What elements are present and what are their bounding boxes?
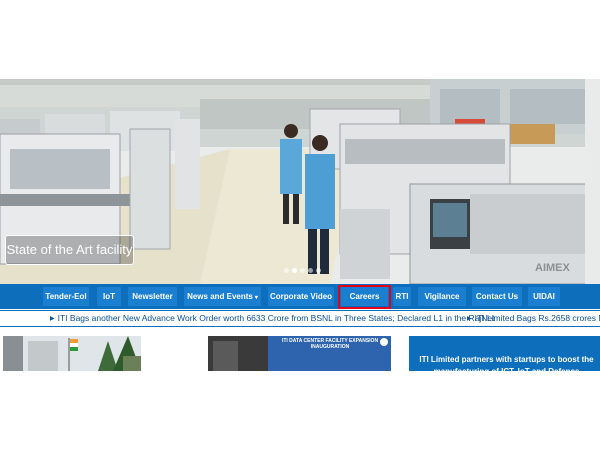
nav-item-news-and-events[interactable]: News and Events ▾ (184, 287, 261, 306)
nav-item-label: Newsletter (132, 292, 173, 301)
carousel-indicators (284, 268, 321, 274)
nav-item-label: RTI (395, 292, 409, 301)
nav-item-label: UIDAI (533, 292, 555, 301)
nav-item-rti[interactable]: RTI (393, 287, 411, 306)
nav-item-contact-us[interactable]: Contact Us (472, 287, 522, 306)
nav-item-tender-eoi[interactable]: Tender-EoI (43, 287, 89, 306)
news-ticker: ▶ ITI Bags another New Advance Work Order… (0, 310, 600, 327)
carousel-dot-active[interactable] (292, 268, 297, 273)
nav-item-label: Contact Us (475, 292, 519, 301)
nav-item-corporate-video[interactable]: Corporate Video (268, 287, 334, 306)
carousel-dot[interactable] (308, 268, 313, 273)
event-banner-thumbnail[interactable]: ITI DATA CENTER FACILITY EXPANSION INAUG… (208, 336, 391, 371)
main-nav-bar: Tender-EoI IoT Newsletter News and Event… (0, 284, 600, 309)
news-highlight-card[interactable]: ITI Limited partners with startups to bo… (409, 336, 600, 371)
nav-item-newsletter[interactable]: Newsletter (128, 287, 177, 306)
machine-label: AIMEX (535, 262, 571, 274)
event-banner-title: ITI DATA CENTER FACILITY EXPANSION INAUG… (281, 338, 379, 350)
nav-item-label: Corporate Video (269, 292, 333, 301)
nav-item-iot[interactable]: IoT (97, 287, 121, 306)
triangle-right-icon: ▶ (467, 316, 472, 322)
ticker-item[interactable]: ▶ ITI Limited Bags Rs.2658 crores Mal (467, 312, 600, 326)
nav-item-label: Vigilance (424, 292, 460, 301)
ticker-item[interactable]: ▶ ITI Bags another New Advance Work Order… (50, 312, 494, 326)
hero-caption: State of the Art facility (5, 235, 134, 265)
building-flag-image (3, 336, 141, 371)
carousel-dot[interactable] (284, 268, 289, 273)
nav-item-label: News and Events (187, 292, 253, 301)
ticker-item-text: ITI Limited Bags Rs.2658 crores Mal (474, 313, 600, 323)
nav-item-label: IoT (103, 292, 115, 301)
carousel-dot[interactable] (316, 268, 321, 273)
gallery-thumbnail[interactable] (3, 336, 141, 371)
nav-item-vigilance[interactable]: Vigilance (418, 287, 466, 306)
careers-highlight-box (338, 285, 391, 309)
ticker-item-text: ITI Bags another New Advance Work Order … (57, 313, 495, 323)
triangle-right-icon: ▶ (50, 316, 55, 322)
news-highlight-text: ITI Limited partners with startups to bo… (419, 355, 594, 371)
chevron-down-icon: ▾ (254, 295, 258, 301)
carousel-dot[interactable] (300, 268, 305, 273)
nav-item-label: Tender-EoI (45, 292, 87, 301)
nav-item-uidai[interactable]: UIDAI (528, 287, 560, 306)
